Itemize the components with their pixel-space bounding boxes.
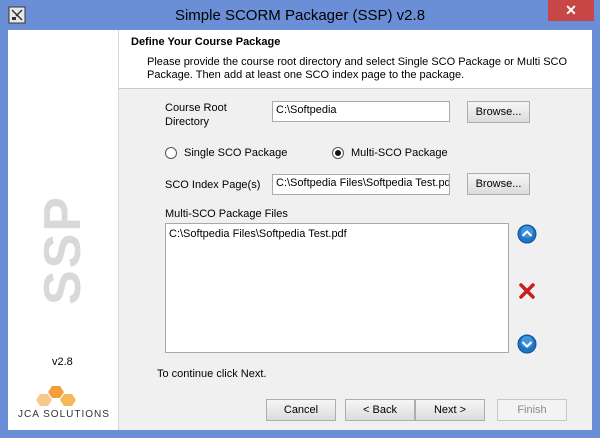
delete-button[interactable]: [517, 281, 537, 301]
root-dir-input[interactable]: C:\Softpedia: [272, 101, 450, 122]
close-button[interactable]: ✕: [548, 0, 594, 21]
back-button[interactable]: < Back: [345, 399, 415, 421]
sco-index-input[interactable]: C:\Softpedia Files\Softpedia Test.pd: [272, 174, 450, 195]
multi-sco-label[interactable]: Multi-SCO Package: [351, 147, 448, 159]
root-dir-label-line1: Course Root: [165, 102, 227, 114]
single-sco-label[interactable]: Single SCO Package: [184, 147, 287, 159]
root-browse-button[interactable]: Browse...: [467, 101, 530, 123]
move-up-button[interactable]: [517, 224, 537, 244]
step-header: Define Your Course Package Please provid…: [119, 30, 592, 89]
move-down-button[interactable]: [517, 334, 537, 354]
step-title: Define Your Course Package: [131, 36, 281, 48]
app-window: Simple SCORM Packager (SSP) v2.8 ✕ SSP v…: [0, 0, 600, 438]
title-bar[interactable]: Simple SCORM Packager (SSP) v2.8 ✕: [0, 0, 600, 30]
sco-index-label: SCO Index Page(s): [165, 179, 261, 191]
sidebar: SSP v2.8 JCA SOLUTIONS: [8, 30, 119, 430]
step-description: Please provide the course root directory…: [147, 56, 568, 81]
root-dir-label-line2: Directory: [165, 116, 210, 128]
version-label: v2.8: [52, 356, 73, 368]
svg-text:JCA SOLUTIONS: JCA SOLUTIONS: [18, 409, 110, 420]
button-bar: Cancel < Back Next > Finish: [119, 380, 592, 430]
list-item[interactable]: C:\Softpedia Files\Softpedia Test.pdf: [169, 228, 505, 240]
multi-sco-radio[interactable]: [332, 147, 344, 159]
single-sco-radio[interactable]: [165, 147, 177, 159]
form-panel: Course Root Directory C:\Softpedia Brows…: [119, 89, 592, 380]
sco-browse-button[interactable]: Browse...: [467, 173, 530, 195]
finish-button: Finish: [497, 399, 567, 421]
next-button[interactable]: Next >: [415, 399, 485, 421]
files-list[interactable]: C:\Softpedia Files\Softpedia Test.pdf: [165, 223, 509, 353]
cancel-button[interactable]: Cancel: [266, 399, 336, 421]
ssp-brand-text: SSP: [34, 195, 92, 305]
company-logo: JCA SOLUTIONS: [18, 386, 110, 420]
window-title: Simple SCORM Packager (SSP) v2.8: [174, 7, 426, 24]
continue-message: To continue click Next.: [157, 368, 267, 380]
delete-x-icon: [519, 283, 535, 299]
wizard-body: SSP v2.8 JCA SOLUTIONS Define Your Cours…: [8, 30, 592, 430]
files-label: Multi-SCO Package Files: [165, 208, 288, 220]
svg-text:SSP: SSP: [34, 195, 92, 305]
